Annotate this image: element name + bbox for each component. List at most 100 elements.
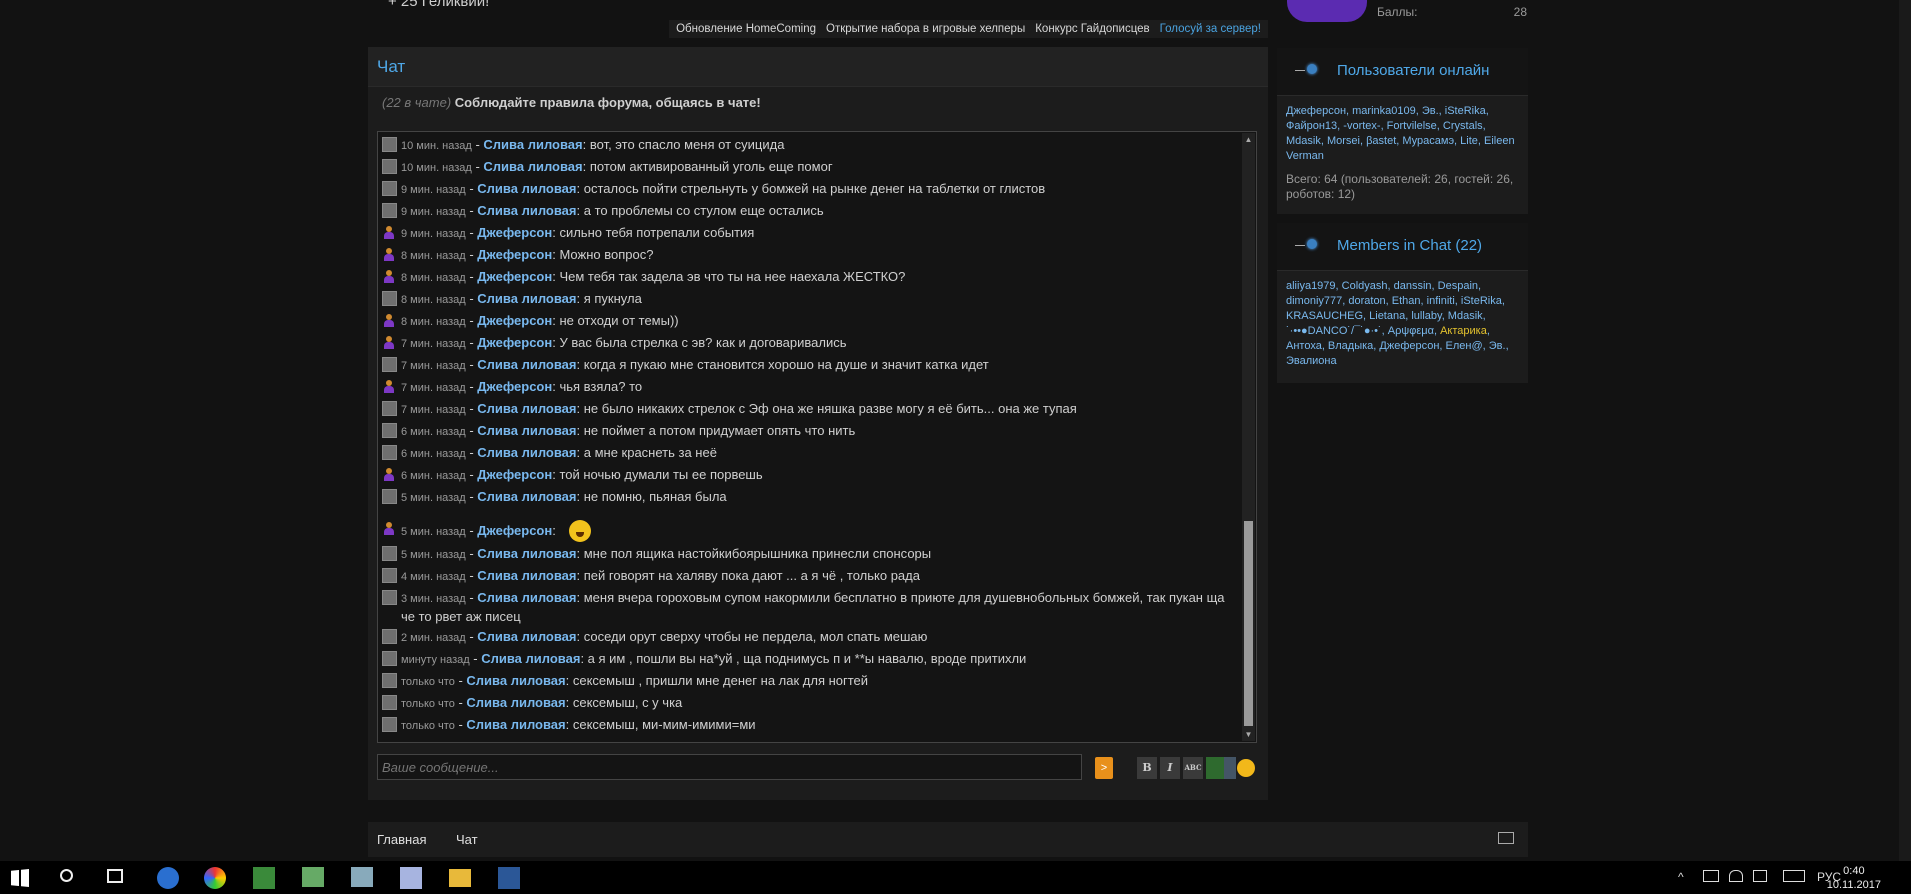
- app-icon-5[interactable]: [351, 867, 373, 887]
- user-avatar[interactable]: [382, 489, 397, 504]
- message-author[interactable]: Слива лиловая: [477, 401, 576, 416]
- message-text: когда я пукаю мне становится хорошо на д…: [583, 357, 989, 372]
- message-author[interactable]: Слива лиловая: [477, 203, 576, 218]
- user-avatar[interactable]: [382, 467, 397, 482]
- user-avatar[interactable]: [382, 379, 397, 394]
- tray-chevron-icon[interactable]: ^: [1678, 870, 1684, 884]
- folder-icon[interactable]: [449, 869, 471, 887]
- user-avatar[interactable]: [382, 673, 397, 688]
- message-author[interactable]: Джеферсон: [477, 247, 552, 262]
- user-avatar[interactable]: [382, 225, 397, 240]
- message-time: 7 мин. назад: [401, 360, 466, 372]
- message-author[interactable]: Джеферсон: [477, 269, 552, 284]
- volume-icon[interactable]: [1729, 870, 1743, 882]
- message-author[interactable]: Слива лиловая: [483, 137, 582, 152]
- strike-button[interactable]: ABC: [1183, 757, 1203, 779]
- scroll-up-icon[interactable]: ▲: [1242, 133, 1255, 146]
- link-vote[interactable]: Голосуй за сервер!: [1155, 20, 1266, 38]
- image-icon[interactable]: [1206, 757, 1226, 779]
- footer-chat-link[interactable]: Чат: [456, 832, 478, 847]
- smiley-icon[interactable]: [1237, 759, 1255, 777]
- user-avatar[interactable]: [382, 695, 397, 710]
- message-author[interactable]: Слива лиловая: [477, 568, 576, 583]
- members-list[interactable]: aliiya1979, Coldyash, danssin, Despain, …: [1277, 271, 1528, 377]
- online-users-list[interactable]: Джеферсон, marinka0109, Эв., iSteRika, Ф…: [1277, 96, 1528, 172]
- message-author[interactable]: Слива лиловая: [477, 181, 576, 196]
- app-icon-1[interactable]: [157, 867, 179, 889]
- user-avatar[interactable]: [382, 269, 397, 284]
- message-author[interactable]: Слива лиловая: [477, 291, 576, 306]
- user-avatar[interactable]: [382, 629, 397, 644]
- user-avatar[interactable]: [382, 445, 397, 460]
- chat-log[interactable]: 10 мин. назад - Слива лиловая: вот, это …: [377, 131, 1257, 743]
- word-icon[interactable]: [498, 867, 520, 889]
- task-view-icon[interactable]: [107, 869, 123, 883]
- message-author[interactable]: Джеферсон: [477, 313, 552, 328]
- app-icon-3[interactable]: [253, 867, 275, 889]
- user-avatar[interactable]: [382, 568, 397, 583]
- user-avatar[interactable]: [382, 651, 397, 666]
- search-icon[interactable]: [60, 869, 73, 882]
- user-avatar[interactable]: [382, 335, 397, 350]
- user-avatar[interactable]: [382, 159, 397, 174]
- message-author[interactable]: Слива лиловая: [483, 159, 582, 174]
- user-avatar[interactable]: [382, 291, 397, 306]
- user-avatar[interactable]: [382, 546, 397, 561]
- user-avatar[interactable]: [382, 313, 397, 328]
- window-icon[interactable]: [1498, 832, 1514, 844]
- message-author[interactable]: Слива лиловая: [477, 546, 576, 561]
- message-author[interactable]: Слива лиловая: [477, 629, 576, 644]
- app-icon-6[interactable]: [400, 867, 422, 889]
- user-avatar[interactable]: [382, 137, 397, 152]
- message-author[interactable]: Слива лиловая: [477, 357, 576, 372]
- app-icon-2[interactable]: [204, 867, 226, 889]
- user-avatar[interactable]: [382, 203, 397, 218]
- user-avatar[interactable]: [382, 521, 397, 536]
- message-text: не отходи от темы)): [559, 313, 679, 328]
- start-icon[interactable]: [11, 869, 29, 887]
- message-author[interactable]: Джеферсон: [477, 523, 552, 538]
- message-author[interactable]: Джеферсон: [477, 335, 552, 350]
- chat-message: 8 мин. назад - Джеферсон: не отходи от т…: [382, 310, 1232, 332]
- user-avatar[interactable]: [382, 590, 397, 605]
- send-button[interactable]: >: [1095, 757, 1113, 779]
- message-author[interactable]: Слива лиловая: [466, 717, 565, 732]
- user-avatar[interactable]: [382, 423, 397, 438]
- scroll-down-icon[interactable]: ▼: [1242, 728, 1255, 741]
- message-author[interactable]: Слива лиловая: [466, 673, 565, 688]
- user-avatar[interactable]: [382, 247, 397, 262]
- message-author[interactable]: Джеферсон: [477, 379, 552, 394]
- user-avatar[interactable]: [382, 181, 397, 196]
- link-icon[interactable]: [1224, 757, 1236, 779]
- user-avatar[interactable]: [382, 357, 397, 372]
- message-author[interactable]: Слива лиловая: [477, 423, 576, 438]
- message-time: 6 мин. назад: [401, 426, 466, 438]
- link-helpers[interactable]: Открытие набора в игровые хелперы: [821, 20, 1030, 38]
- message-input[interactable]: [377, 754, 1082, 780]
- message-time: 8 мин. назад: [401, 294, 466, 306]
- network-icon[interactable]: [1703, 870, 1719, 882]
- link-contest[interactable]: Конкурс Гайдописцев: [1030, 20, 1154, 38]
- scroll-thumb[interactable]: [1244, 521, 1253, 726]
- italic-button[interactable]: I: [1160, 757, 1180, 779]
- message-author[interactable]: Слива лиловая: [477, 445, 576, 460]
- message-author[interactable]: Джеферсон: [477, 225, 552, 240]
- message-author[interactable]: Слива лиловая: [481, 651, 580, 666]
- user-avatar[interactable]: [382, 717, 397, 732]
- link-homecoming[interactable]: Обновление HomeComing: [671, 20, 821, 38]
- user-avatar[interactable]: [382, 401, 397, 416]
- app-icon-4[interactable]: [302, 867, 324, 887]
- pen-icon[interactable]: [1753, 870, 1767, 882]
- keyboard-icon[interactable]: [1783, 870, 1805, 882]
- footer-home-link[interactable]: Главная: [377, 832, 426, 847]
- message-author[interactable]: Слива лиловая: [477, 489, 576, 504]
- message-author[interactable]: Джеферсон: [477, 467, 552, 482]
- chat-scrollbar[interactable]: ▲ ▼: [1242, 133, 1255, 741]
- message-author[interactable]: Слива лиловая: [477, 590, 576, 605]
- member-highlight[interactable]: Актарика: [1440, 325, 1487, 337]
- page-scrollbar[interactable]: [1899, 0, 1911, 861]
- message-author[interactable]: Слива лиловая: [466, 695, 565, 710]
- bold-button[interactable]: B: [1137, 757, 1157, 779]
- avatar[interactable]: [1287, 0, 1367, 22]
- clock[interactable]: 0:40 10.11.2017: [1827, 864, 1881, 892]
